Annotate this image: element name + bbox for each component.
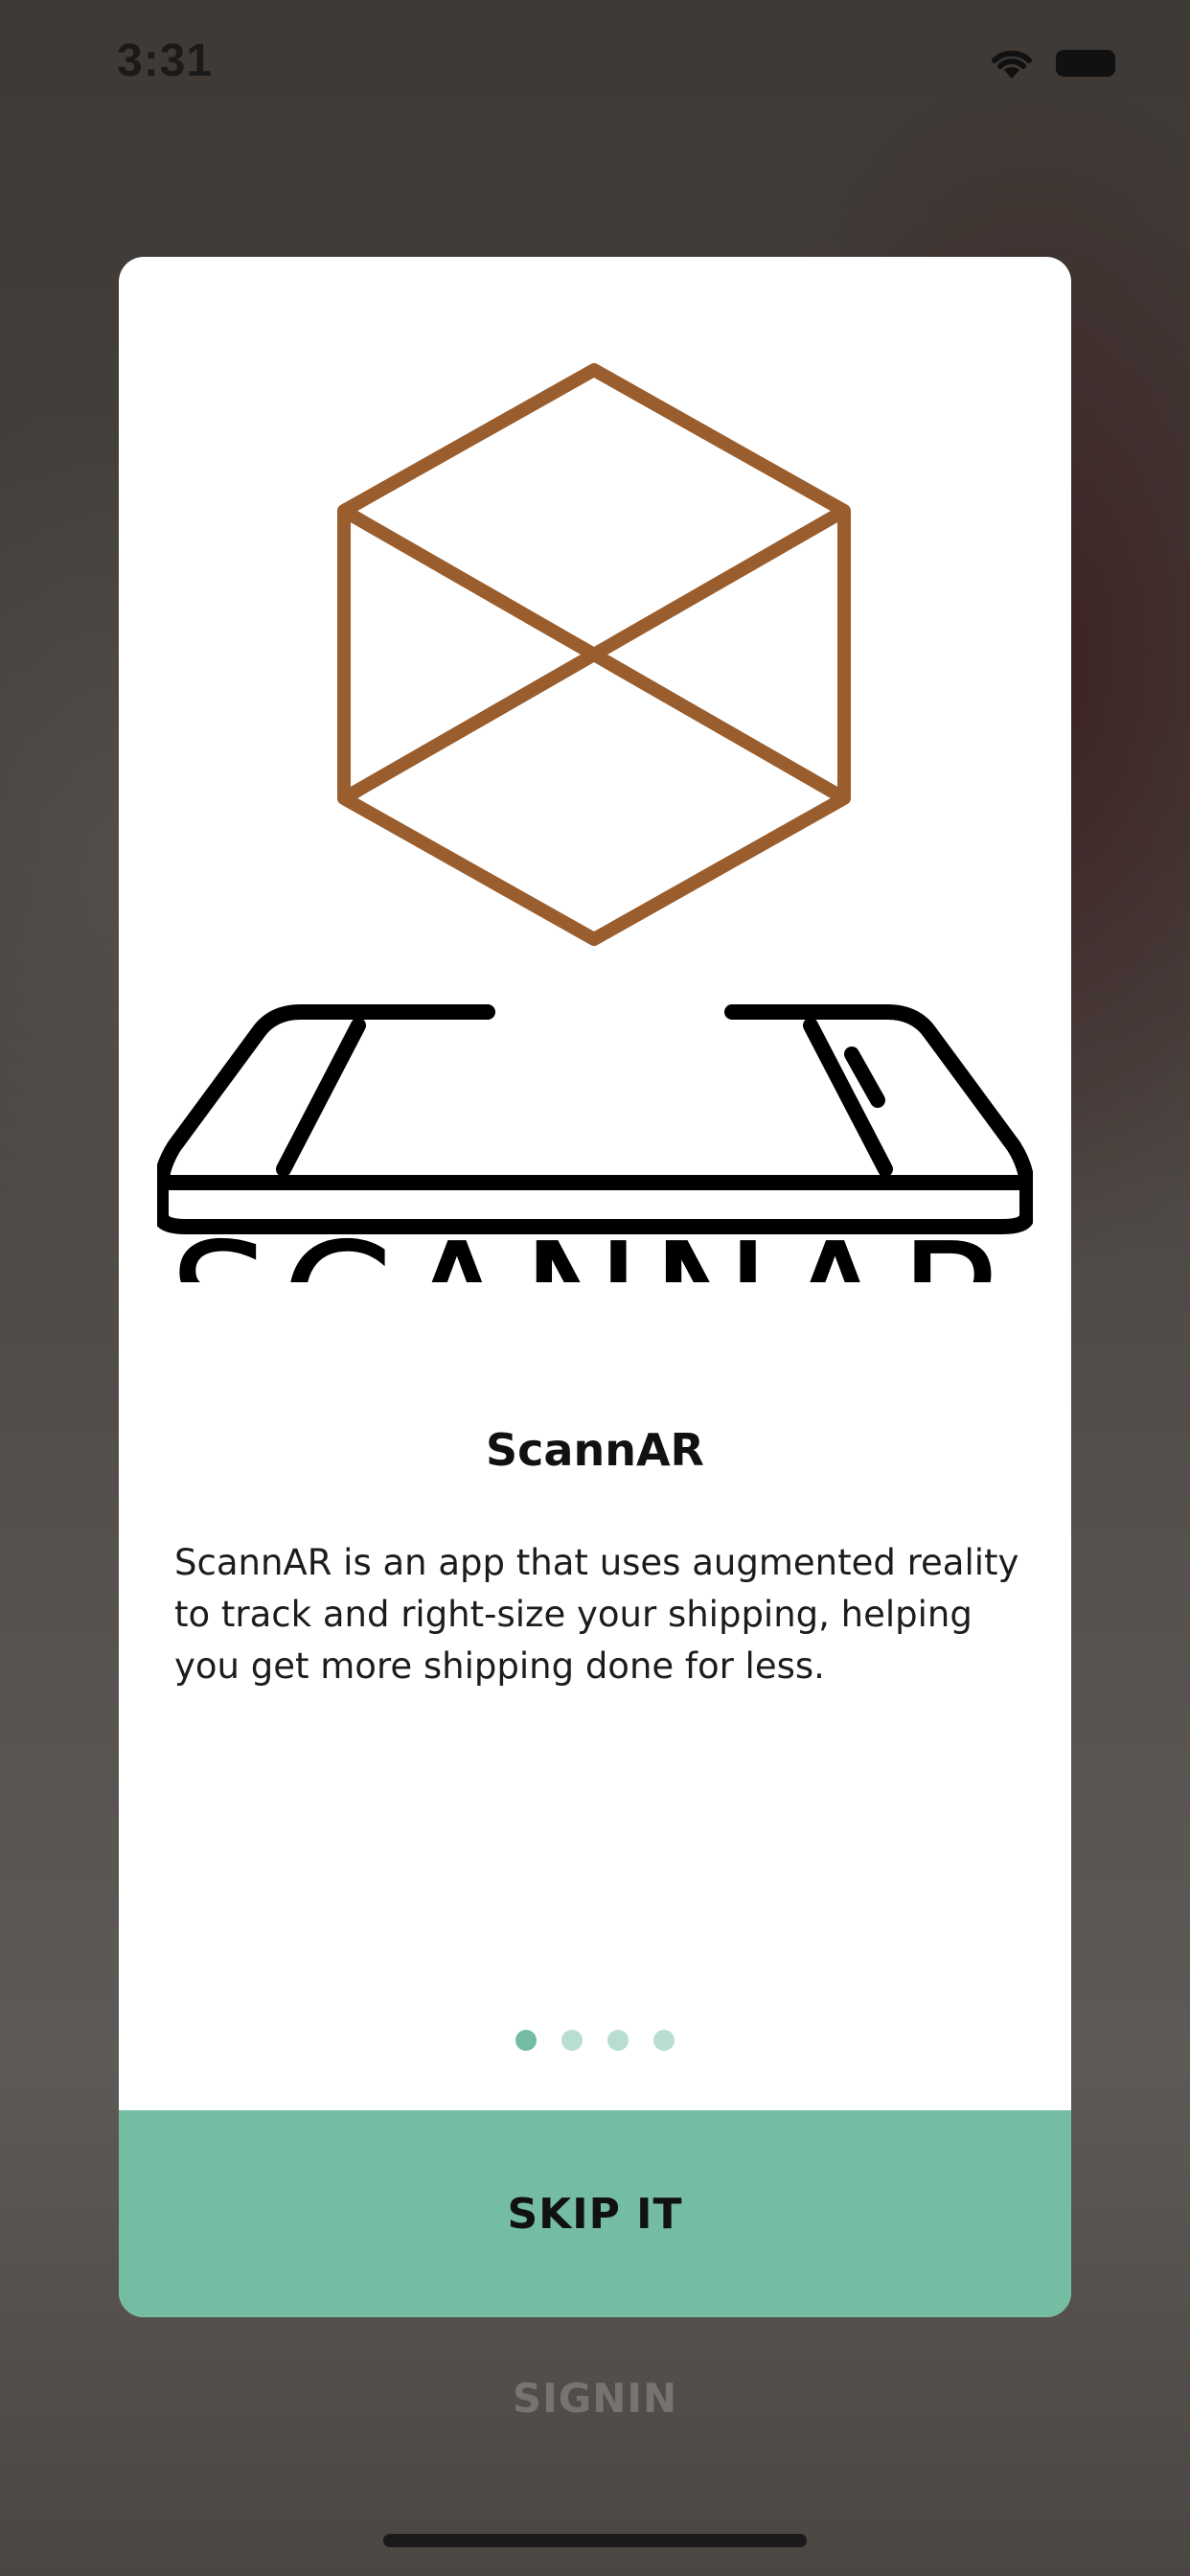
status-bar: 3:31 [0, 0, 1190, 134]
onboarding-card: SCANNAR ScannAR ScannAR is an app that u… [119, 257, 1071, 2317]
status-time: 3:31 [117, 35, 214, 86]
skip-button-label: SKIP IT [507, 2189, 683, 2239]
pagination-dots [119, 2030, 1071, 2053]
logo-wordmark: SCANNAR [169, 1208, 1019, 1282]
card-title: ScannAR [486, 1424, 704, 1476]
scannar-logo: SCANNAR [157, 363, 1033, 1282]
battery-icon [1056, 50, 1115, 77]
pagination-dot-4[interactable] [653, 2030, 675, 2051]
pagination-dot-3[interactable] [607, 2030, 629, 2051]
card-description: ScannAR is an app that uses augmented re… [174, 1542, 1019, 1687]
pagination-dot-2[interactable] [561, 2030, 583, 2051]
signin-button[interactable]: SIGNIN [0, 2375, 1190, 2422]
wifi-icon [992, 50, 1032, 79]
pagination-dot-1[interactable] [515, 2030, 537, 2051]
home-indicator [383, 2534, 807, 2547]
skip-button[interactable]: SKIP IT [119, 2110, 1071, 2317]
